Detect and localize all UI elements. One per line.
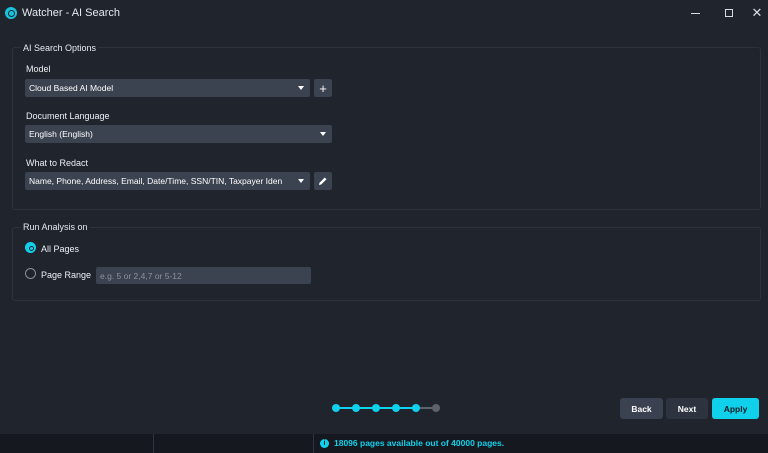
ai-search-options-title: AI Search Options [21,43,99,53]
chevron-down-icon [298,179,304,183]
chevron-down-icon [298,86,304,90]
all-pages-radio[interactable] [25,242,36,253]
status-divider [313,434,314,453]
back-button[interactable]: Back [620,398,663,419]
model-select[interactable]: Cloud Based AI Model [25,79,310,97]
step-dot [332,404,340,412]
step-dot [352,404,360,412]
document-language-label: Document Language [26,111,110,121]
chevron-down-icon [320,132,326,136]
model-select-value: Cloud Based AI Model [29,83,114,93]
maximize-icon [725,9,733,17]
page-quota-status: 18096 pages available out of 40000 pages… [334,438,505,448]
add-model-button[interactable]: + [314,79,332,97]
title-bar: Watcher - AI Search ✕ [0,0,768,26]
run-analysis-title: Run Analysis on [21,222,90,232]
close-icon: ✕ [751,5,763,20]
maximize-button[interactable] [718,4,740,22]
close-button[interactable]: ✕ [746,4,768,22]
status-divider [153,434,154,453]
document-language-select[interactable]: English (English) [25,125,332,143]
pencil-icon [319,177,327,185]
plus-icon: + [319,80,327,96]
wizard-stepper [332,403,442,413]
what-to-redact-label: What to Redact [26,158,89,168]
edit-redact-button[interactable] [314,172,332,190]
run-analysis-group [12,227,761,301]
window-title: Watcher - AI Search [22,7,121,19]
model-label: Model [26,64,51,74]
step-dot [372,404,380,412]
info-icon: i [320,439,329,448]
document-language-value: English (English) [29,129,93,139]
step-dot [432,404,440,412]
minimize-icon [690,12,700,14]
all-pages-label: All Pages [41,244,80,254]
watcher-logo-icon [5,7,17,19]
what-to-redact-select[interactable]: Name, Phone, Address, Email, Date/Time, … [25,172,310,190]
minimize-button[interactable] [684,4,706,22]
what-to-redact-value: Name, Phone, Address, Email, Date/Time, … [29,176,283,186]
page-range-input[interactable] [96,267,311,284]
page-range-radio[interactable] [25,268,36,279]
page-range-label: Page Range [41,270,92,280]
step-dot [412,404,420,412]
apply-button[interactable]: Apply [712,398,759,419]
step-dot [392,404,400,412]
next-button[interactable]: Next [666,398,708,419]
